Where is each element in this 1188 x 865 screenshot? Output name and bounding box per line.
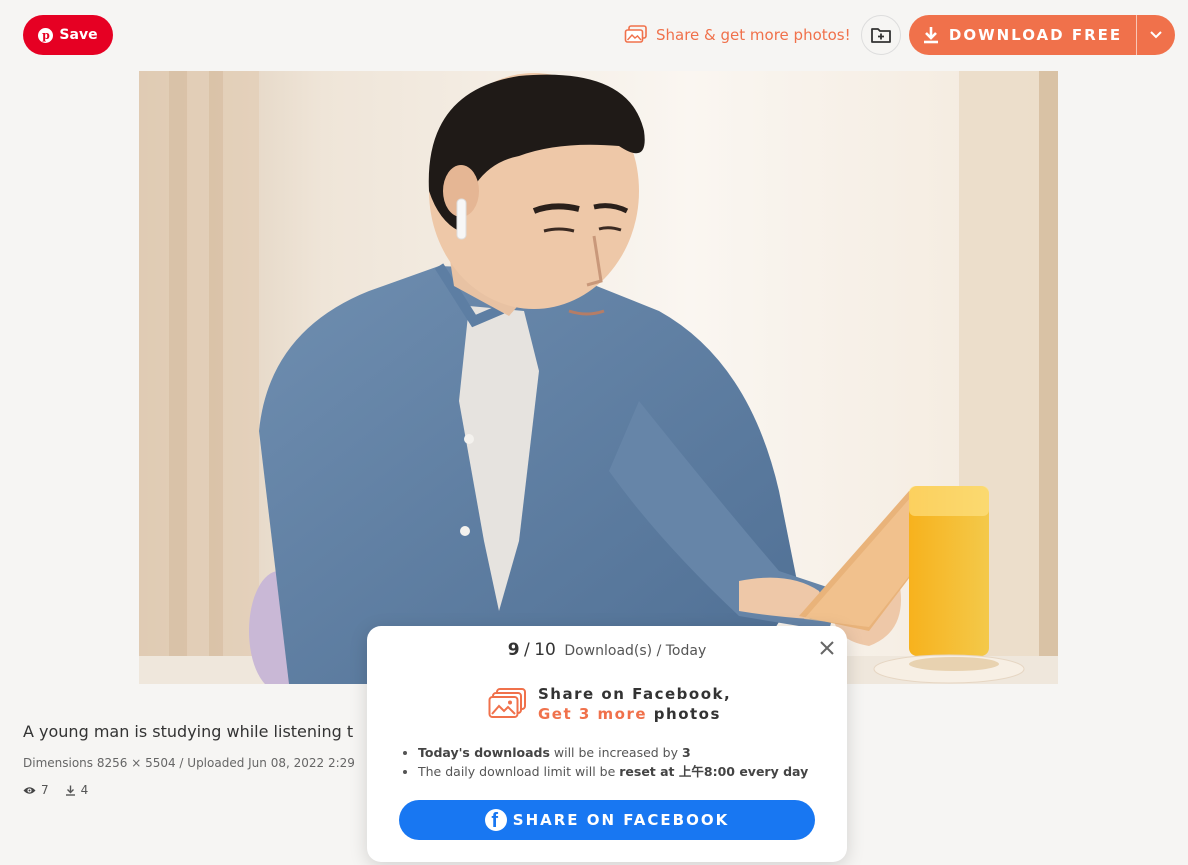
chevron-down-icon <box>1150 31 1162 39</box>
bullet2-bold: reset at 上午8:00 every day <box>619 764 809 779</box>
views-count: 7 <box>41 783 49 797</box>
promo-tail: photos <box>653 705 721 723</box>
download-free-button[interactable]: DOWNLOAD FREE <box>909 15 1137 55</box>
bullet-reset: The daily download limit will be reset a… <box>418 762 808 781</box>
bullet-downloads: Today's downloads will be increased by 3 <box>418 743 808 762</box>
eye-icon <box>23 786 36 794</box>
photo-title: A young man is studying while listening … <box>23 722 354 741</box>
count-separator: / <box>524 640 530 660</box>
bullet1-bold: Today's downloads <box>418 745 550 760</box>
download-options-button[interactable] <box>1137 15 1175 55</box>
share-on-facebook-button[interactable]: f SHARE ON FACEBOOK <box>399 800 815 840</box>
pinterest-save-button[interactable]: p Save <box>23 15 113 55</box>
promo-line1: Share on Facebook, <box>538 685 732 703</box>
main-photo <box>139 71 1058 684</box>
person-photo <box>139 71 1058 684</box>
views-stat: 7 <box>23 783 49 797</box>
download-icon <box>923 27 938 44</box>
downloads-count: 4 <box>80 783 89 797</box>
download-count: 9 / 10 Download(s) / Today <box>367 640 847 660</box>
download-limit-popup: 9 / 10 Download(s) / Today Share on Face… <box>367 626 847 862</box>
pinterest-save-label: Save <box>59 27 98 43</box>
count-current: 9 <box>507 640 520 660</box>
bullet1-mid: will be increased by <box>549 745 682 760</box>
bullet1-num: 3 <box>682 745 691 760</box>
download-small-icon <box>65 785 75 796</box>
photo-meta: Dimensions 8256 × 5504 / Uploaded Jun 08… <box>23 756 355 770</box>
facebook-promo: Share on Facebook, Get 3 more photos <box>488 684 731 724</box>
add-to-collection-button[interactable] <box>861 15 901 55</box>
photo-stats: 7 4 <box>23 783 88 797</box>
downloads-stat: 4 <box>65 783 89 797</box>
pinterest-icon: p <box>38 27 54 43</box>
fb-button-label: SHARE ON FACEBOOK <box>512 811 730 829</box>
bullet2-pre: The daily download limit will be <box>418 764 620 779</box>
download-split-button: DOWNLOAD FREE <box>909 15 1175 55</box>
promo-highlight: Get 3 more <box>538 705 648 723</box>
share-more-label: Share & get more photos! <box>656 26 851 44</box>
count-label: Download(s) / Today <box>564 643 707 659</box>
promo-text: Share on Facebook, Get 3 more photos <box>538 684 731 724</box>
share-more-link[interactable]: Share & get more photos! <box>624 22 851 48</box>
photos-stack-icon <box>624 25 647 43</box>
count-limit: 10 <box>534 640 556 660</box>
folder-plus-icon <box>871 28 891 43</box>
facebook-icon: f <box>484 809 507 831</box>
photos-stack-icon <box>488 688 526 718</box>
popup-bullets: Today's downloads will be increased by 3… <box>400 743 808 781</box>
download-label: DOWNLOAD FREE <box>948 26 1123 44</box>
